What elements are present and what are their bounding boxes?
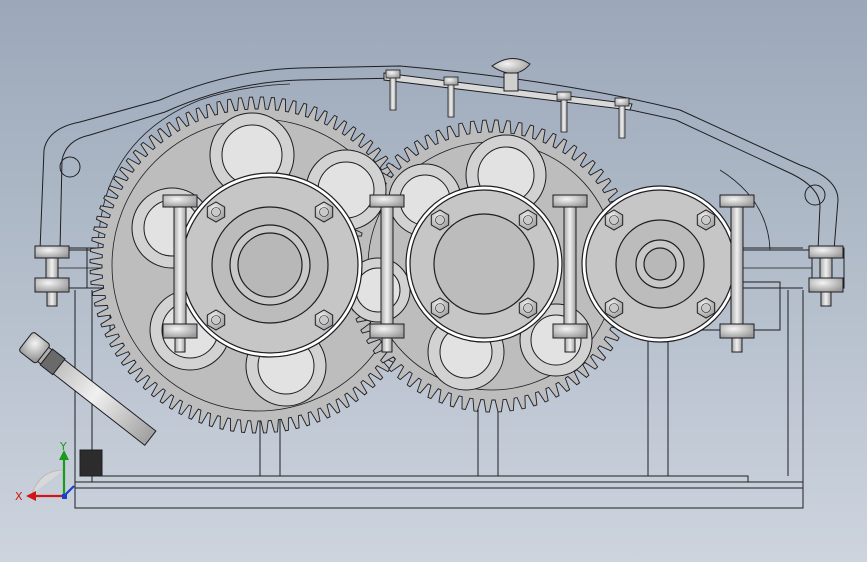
flange-left (177, 172, 363, 358)
cad-viewport[interactable]: X Y (0, 0, 867, 562)
base-plate (74, 481, 804, 509)
cover-screw (443, 76, 459, 118)
cover-screw (556, 91, 572, 133)
coordinate-triad: X Y (15, 440, 75, 503)
edge-bolt-right (808, 245, 844, 307)
cover-screw (385, 69, 401, 111)
cover-screw (614, 97, 630, 139)
z-axis-marker (62, 494, 67, 499)
flange-middle (405, 185, 563, 343)
gearbox-drawing: X Y (15, 58, 845, 509)
x-axis-arrowhead (26, 491, 36, 501)
x-axis-label: X (15, 490, 23, 503)
edge-bolt-left (34, 245, 70, 307)
breather-cap (491, 58, 531, 75)
flange-right (581, 185, 739, 343)
dipstick-boss (79, 449, 103, 477)
y-axis-label: Y (59, 440, 67, 453)
